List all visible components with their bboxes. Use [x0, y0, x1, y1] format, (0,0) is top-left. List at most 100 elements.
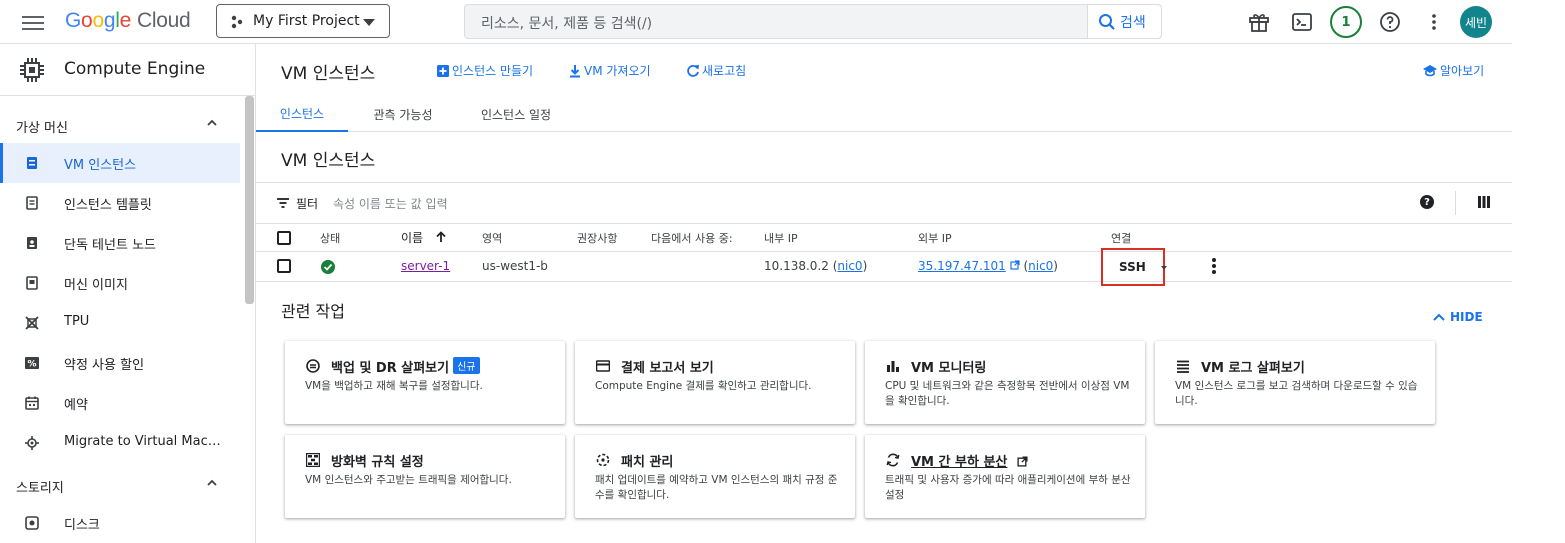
filter-icon: [277, 198, 289, 208]
col-name[interactable]: 이름: [401, 229, 447, 246]
search-input[interactable]: 리소스, 문서, 제품 등 검색(/): [481, 13, 652, 33]
instance-name-link[interactable]: server-1: [401, 259, 450, 273]
card-backup-dr[interactable]: 백업 및 DR 살펴보기 신규 VM을 백업하고 재해 복구를 설정합니다.: [285, 341, 565, 424]
search-box[interactable]: 리소스, 문서, 제품 등 검색(/) 검색: [464, 4, 1162, 39]
menu-icon[interactable]: [22, 12, 44, 32]
related-actions-title: 관련 작업: [281, 302, 345, 321]
external-ip-link[interactable]: 35.197.47.101: [918, 259, 1006, 273]
hide-button[interactable]: HIDE: [1432, 310, 1483, 324]
internal-nic-link[interactable]: nic0: [837, 259, 862, 273]
internal-ip-cell: 10.138.0.2 (nic0): [764, 259, 868, 273]
sole-tenant-icon: [27, 237, 37, 249]
project-name: My First Project: [253, 13, 360, 29]
notifications-badge[interactable]: 1: [1330, 6, 1362, 38]
filter-label: 필터: [296, 197, 319, 211]
project-picker[interactable]: My First Project: [216, 4, 390, 38]
sidebar-item-sole-tenant-nodes[interactable]: 단독 테넌트 노드: [0, 223, 240, 263]
card-load-balancing[interactable]: VM 간 부하 분산 트래픽 및 사용자 증가에 따라 애플리케이션에 부하 분…: [865, 435, 1145, 518]
filter-input[interactable]: 속성 이름 또는 값 입력: [333, 195, 448, 212]
card-patch-management[interactable]: 패치 관리 패치 업데이트를 예약하고 VM 인스턴스의 패치 규정 준수를 확…: [575, 435, 855, 518]
section-storage[interactable]: 스토리지: [16, 477, 217, 496]
chevron-up-icon: [207, 119, 217, 126]
billing-icon: [596, 360, 610, 372]
open-in-new-icon: [1017, 456, 1028, 467]
discount-icon: %: [25, 357, 39, 370]
sidebar-item-disks[interactable]: 디스크: [0, 503, 240, 543]
row-checkbox[interactable]: [277, 259, 291, 273]
disk-icon: [25, 516, 39, 530]
reservation-icon: [25, 396, 39, 410]
tab-instances[interactable]: 인스턴스: [256, 96, 348, 132]
logs-icon: [1177, 360, 1189, 373]
backup-icon: [306, 359, 320, 373]
table-row: server-1 us-west1-b 10.138.0.2 (nic0) 35…: [256, 252, 1512, 282]
machine-image-icon: [26, 276, 38, 290]
compute-engine-icon: [20, 58, 44, 82]
status-running-icon: [321, 260, 335, 274]
filter-bar: 필터 속성 이름 또는 값 입력 ?: [256, 182, 1512, 224]
card-firewall-rules[interactable]: 방화벽 규칙 설정 VM 인스턴스와 주고받는 트래픽을 제어합니다.: [285, 435, 565, 518]
search-icon: [1099, 13, 1115, 30]
chevron-down-icon: [363, 19, 375, 26]
table-header: 상태 이름 영역 권장사항 다음에서 사용 중: 내부 IP 외부 IP 연결: [256, 224, 1512, 252]
col-zone[interactable]: 영역: [482, 230, 502, 246]
firewall-icon: [306, 453, 320, 467]
ssh-button[interactable]: SSH: [1101, 248, 1167, 286]
avatar[interactable]: 세빈: [1460, 6, 1492, 38]
card-billing-report[interactable]: 결제 보고서 보기 Compute Engine 결제를 확인하고 관리합니다.: [575, 341, 855, 424]
sidebar-item-vm-instances[interactable]: VM 인스턴스: [0, 143, 240, 183]
select-all-checkbox[interactable]: [277, 231, 291, 245]
col-recommendation[interactable]: 권장사항: [577, 230, 617, 246]
sidebar-item-reservations[interactable]: 예약: [0, 383, 240, 423]
tab-instance-schedules[interactable]: 인스턴스 일정: [470, 96, 562, 132]
arrow-up-icon: [436, 231, 446, 242]
more-vert-icon[interactable]: [1422, 10, 1446, 34]
open-in-new-icon: [1010, 260, 1020, 270]
chevron-up-icon: [207, 479, 217, 486]
ssh-dropdown-icon[interactable]: [1161, 266, 1167, 270]
sidebar-item-tpu[interactable]: TPU: [0, 303, 240, 343]
external-ip-cell: 35.197.47.101 (nic0): [918, 259, 1058, 273]
learn-button[interactable]: 알아보기: [1422, 62, 1484, 79]
main-content: VM 인스턴스 인스턴스 만들기 VM 가져오기 새로고침 알아보기 인스턴스 …: [256, 44, 1512, 543]
section-title: VM 인스턴스: [281, 151, 376, 171]
col-status[interactable]: 상태: [320, 230, 340, 246]
column-display-icon[interactable]: [1478, 196, 1490, 208]
patch-icon: [596, 453, 610, 467]
card-vm-logs[interactable]: VM 로그 살펴보기 VM 인스턴스 로그를 보고 검색하며 다운로드할 수 있…: [1155, 341, 1435, 424]
tpu-icon: [25, 316, 39, 330]
search-button[interactable]: 검색: [1087, 5, 1161, 38]
sidebar-item-migrate[interactable]: Migrate to Virtual Machin...: [0, 423, 240, 463]
sidebar-item-committed-use-discounts[interactable]: % 약정 사용 할인: [0, 343, 240, 383]
add-box-icon: [437, 64, 449, 77]
page-title: VM 인스턴스: [281, 64, 376, 84]
tab-observability[interactable]: 관측 가능성: [356, 96, 450, 132]
section-virtual-machines[interactable]: 가상 머신: [16, 117, 217, 136]
cloud-shell-icon[interactable]: [1290, 10, 1314, 34]
col-in-use-by[interactable]: 다음에서 사용 중:: [651, 230, 733, 246]
create-instance-button[interactable]: 인스턴스 만들기: [436, 62, 533, 79]
help-icon[interactable]: [1378, 10, 1402, 34]
chevron-up-icon: [1433, 313, 1445, 321]
product-header: Compute Engine: [0, 44, 255, 96]
card-vm-monitoring[interactable]: VM 모니터링 CPU 및 네트워크와 같은 측정항목 전반에서 이상점 VM을…: [865, 341, 1145, 424]
col-internal-ip[interactable]: 내부 IP: [764, 230, 798, 246]
tab-bar: 인스턴스 관측 가능성 인스턴스 일정: [256, 96, 1512, 132]
table-help-icon[interactable]: ?: [1420, 195, 1434, 209]
col-external-ip[interactable]: 외부 IP: [918, 230, 952, 246]
gift-icon[interactable]: [1247, 10, 1271, 34]
sidebar-scrollbar[interactable]: [245, 96, 254, 304]
row-more-vert-icon[interactable]: [1212, 258, 1216, 276]
sidebar-item-instance-templates[interactable]: 인스턴스 템플릿: [0, 183, 240, 223]
google-cloud-logo[interactable]: Google Cloud: [65, 9, 191, 33]
product-title: Compute Engine: [64, 59, 206, 79]
external-nic-link[interactable]: nic0: [1028, 259, 1053, 273]
template-icon: [26, 196, 38, 210]
top-bar: Google Cloud My First Project 리소스, 문서, 제품…: [0, 0, 1512, 44]
refresh-icon: [687, 64, 699, 77]
project-dots-icon: [231, 15, 243, 29]
refresh-button[interactable]: 새로고침: [686, 62, 746, 79]
col-connect[interactable]: 연결: [1111, 230, 1131, 246]
import-vm-button[interactable]: VM 가져오기: [568, 62, 651, 79]
sidebar-item-machine-images[interactable]: 머신 이미지: [0, 263, 240, 303]
